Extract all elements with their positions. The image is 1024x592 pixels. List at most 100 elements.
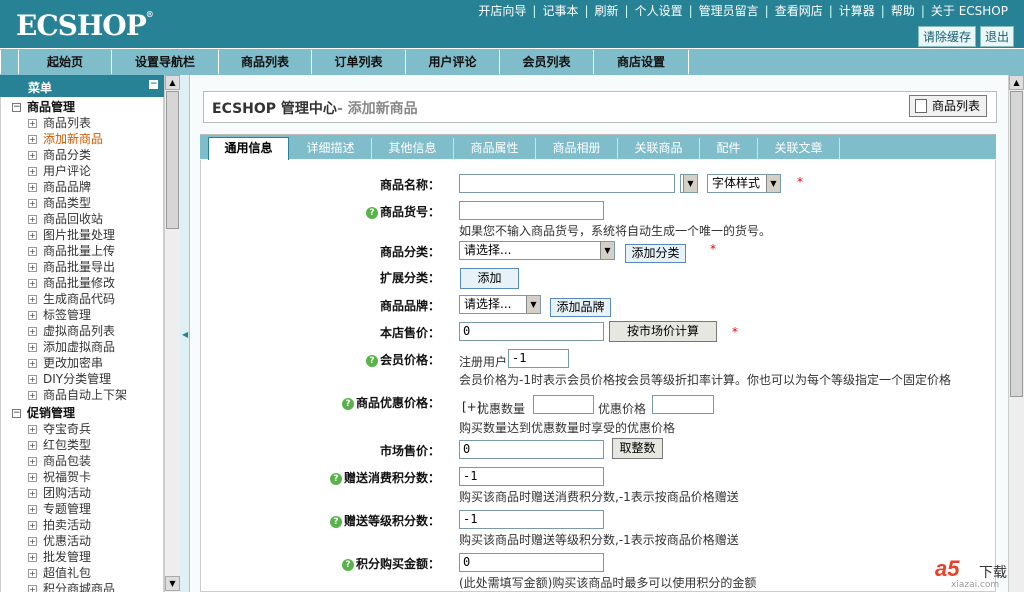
link-admin-messages[interactable]: 管理员留言 [693,4,765,18]
link-refresh[interactable]: 刷新 [589,4,625,18]
nav-tab-set-nav[interactable]: 设置导航栏 [112,50,219,74]
menu-item[interactable]: + 夺宝奇兵 [1,421,163,437]
market-price-input[interactable]: 0 [459,440,604,459]
tab-related-goods[interactable]: 关联商品 [618,138,700,159]
link-view-shop[interactable]: 查看网店 [769,4,829,18]
menu-item[interactable]: + 用户评论 [1,163,163,179]
tab-general[interactable]: 通用信息 [208,137,289,160]
help-icon[interactable]: ? [365,354,378,367]
link-personal-settings[interactable]: 个人设置 [629,4,689,18]
add-category-button[interactable]: 添加分类 [625,244,686,263]
menu-item[interactable]: + 商品回收站 [1,211,163,227]
help-icon[interactable]: ? [365,206,378,219]
sidebar-scrollbar[interactable]: ▲ ▼ [164,75,180,592]
give-integral-input[interactable]: -1 [459,467,604,486]
nav-tab-order-list[interactable]: 订单列表 [312,50,406,74]
menu-item[interactable]: + 添加新商品 [1,131,163,147]
menu-item[interactable]: + 商品自动上下架 [1,387,163,403]
font-style-select[interactable]: 字体样式 ▼ [707,174,781,193]
menu-item[interactable]: + 批发管理 [1,549,163,565]
menu-item[interactable]: + DIY分类管理 [1,371,163,387]
shop-price-input[interactable]: 0 [459,322,604,341]
menu-item[interactable]: + 专题管理 [1,501,163,517]
collapse-icon[interactable]: − [12,103,21,112]
logout-button[interactable]: 退出 [979,26,1014,47]
link-notepad[interactable]: 记事本 [536,4,584,18]
tab-related-articles[interactable]: 关联文章 [758,138,840,159]
calc-market-price-button[interactable]: 按市场价计算 [609,321,717,342]
menu-item[interactable]: + 红包类型 [1,437,163,453]
brand-select[interactable]: 请选择... ▼ [459,295,541,314]
help-icon[interactable]: ? [329,472,342,485]
volume-price-input[interactable] [652,395,714,414]
menu-item-label: 商品批量导出 [43,260,116,274]
menu-category[interactable]: − 商品管理 [1,99,163,115]
menu-item[interactable]: + 团购活动 [1,485,163,501]
menu-item[interactable]: + 商品包装 [1,453,163,469]
collapse-icon[interactable]: − [12,409,21,418]
link-about[interactable]: 关于 ECSHOP [925,4,1014,18]
goods-sn-input[interactable] [459,201,604,220]
nav-tab-goods-list[interactable]: 商品列表 [219,50,312,74]
top-links: 开店向导 | 记事本 | 刷新 | 个人设置 | 管理员留言 | 查看网店 | 计算器 | 帮助 | 关于 EC… [472,2,1014,19]
menu-item[interactable]: + 祝福贺卡 [1,469,163,485]
goods-name-input[interactable] [459,174,675,193]
menu-item[interactable]: + 商品批量上传 [1,243,163,259]
help-icon[interactable]: ? [341,558,354,571]
menu-item[interactable]: + 超值礼包 [1,565,163,581]
link-calculator[interactable]: 计算器 [833,4,881,18]
menu-category[interactable]: − 促销管理 [1,405,163,421]
menu-item[interactable]: + 拍卖活动 [1,517,163,533]
scroll-up-icon[interactable]: ▲ [165,75,180,90]
collapse-icon[interactable]: − [149,80,158,89]
give-integral-note: 购买该商品时赠送消费积分数,-1表示按商品价格赠送 [459,490,739,504]
volume-qty-input[interactable] [533,395,594,414]
menu-item[interactable]: + 优惠活动 [1,533,163,549]
menu-item[interactable]: + 商品批量导出 [1,259,163,275]
nav-tab-members[interactable]: 会员列表 [500,50,594,74]
nav-tab-comments[interactable]: 用户评论 [406,50,500,74]
nav-tab-home[interactable]: 起始页 [19,50,112,74]
member-price-input[interactable]: -1 [508,349,569,368]
menu-item[interactable]: + 标签管理 [1,307,163,323]
menu-item[interactable]: + 添加虚拟商品 [1,339,163,355]
round-price-button[interactable]: 取整数 [612,438,663,459]
help-icon[interactable]: ? [329,515,342,528]
tab-attributes[interactable]: 商品属性 [454,138,536,159]
clear-cache-button[interactable]: 请除缓存 [917,26,976,47]
volume-price-label: ? 商品优惠价格： [341,394,440,411]
integral-input[interactable]: 0 [459,553,604,572]
sidebar-toggle[interactable]: ◀ [180,75,190,592]
goods-list-button[interactable]: 商品列表 [908,95,987,117]
menu-item[interactable]: + 虚拟商品列表 [1,323,163,339]
tab-accessories[interactable]: 配件 [700,138,758,159]
add-brand-button[interactable]: 添加品牌 [550,298,611,317]
menu-item[interactable]: + 商品类型 [1,195,163,211]
link-help[interactable]: 帮助 [885,4,921,18]
menu-item[interactable]: + 商品品牌 [1,179,163,195]
help-icon[interactable]: ? [341,397,354,410]
collapse-arrow-icon[interactable]: ◀ [182,330,188,339]
rank-integral-input[interactable]: -1 [459,510,604,529]
scroll-thumb[interactable] [1010,91,1023,397]
menu-item[interactable]: + 商品列表 [1,115,163,131]
nav-tab-shop-settings[interactable]: 商店设置 [594,50,689,74]
scroll-thumb[interactable] [166,91,179,229]
main-scrollbar[interactable]: ▲ [1008,75,1024,592]
menu-item[interactable]: + 更改加密串 [1,355,163,371]
menu-item[interactable]: + 商品分类 [1,147,163,163]
link-wizard[interactable]: 开店向导 [472,4,532,18]
scroll-up-icon[interactable]: ▲ [1009,75,1024,90]
expand-icon: + [28,167,37,176]
menu-item[interactable]: + 生成商品代码 [1,291,163,307]
tab-description[interactable]: 详细描述 [290,138,372,159]
color-picker[interactable]: ▼ [680,174,698,193]
menu-item[interactable]: + 图片批量处理 [1,227,163,243]
tab-other[interactable]: 其他信息 [372,138,454,159]
menu-item[interactable]: + 积分商城商品 [1,581,163,592]
scroll-down-icon[interactable]: ▼ [165,576,180,591]
menu-item[interactable]: + 商品批量修改 [1,275,163,291]
tab-gallery[interactable]: 商品相册 [536,138,618,159]
category-select[interactable]: 请选择... ▼ [459,241,615,260]
add-ext-category-button[interactable]: 添加 [460,268,519,289]
